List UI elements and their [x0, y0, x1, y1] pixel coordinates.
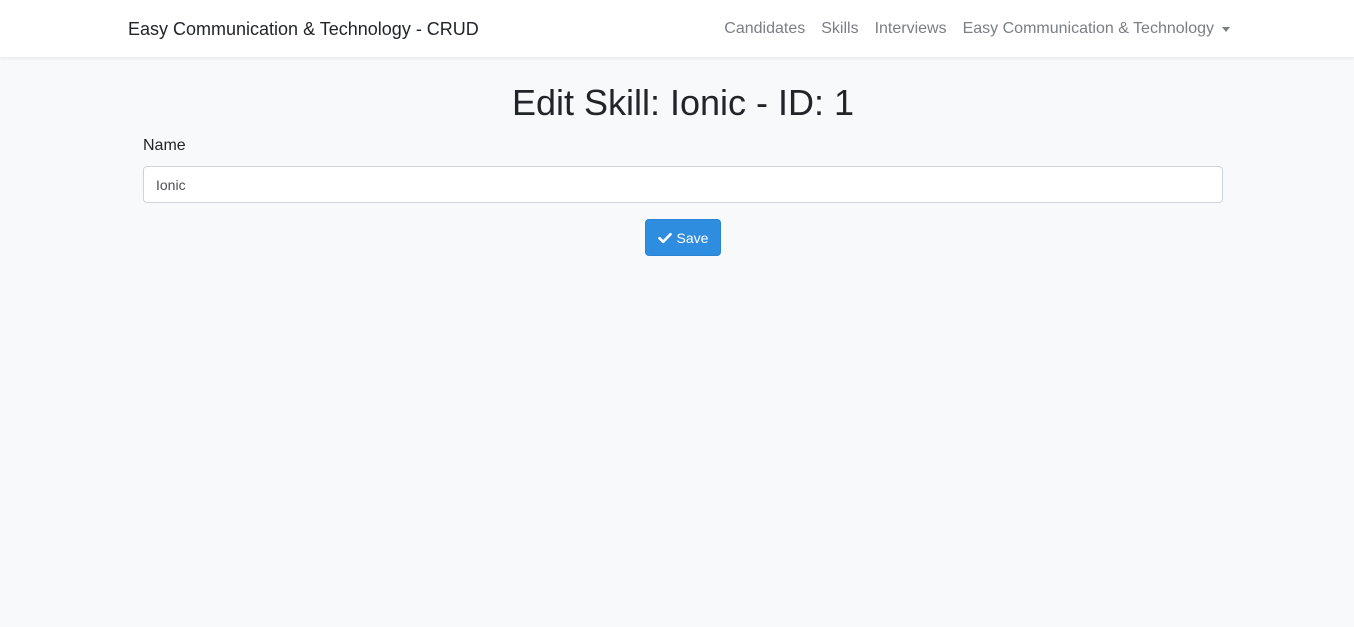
nav-link-skills[interactable]: Skills: [813, 17, 866, 41]
nav-link-interviews[interactable]: Interviews: [867, 17, 955, 41]
name-input[interactable]: [143, 166, 1223, 203]
navbar-brand[interactable]: Easy Communication & Technology - CRUD: [128, 17, 479, 41]
page-title: Edit Skill: Ionic - ID: 1: [511, 82, 855, 123]
nav-dropdown-company-label: Easy Communication & Technology: [962, 20, 1214, 37]
save-button-label: Save: [676, 229, 709, 246]
caret-down-icon: [1222, 26, 1230, 32]
name-label: Name: [143, 137, 186, 154]
nav-dropdown-company[interactable]: Easy Communication & Technology: [955, 17, 1230, 41]
top-navbar: Easy Communication & Technology - CRUD C…: [0, 0, 1354, 58]
check-icon: [657, 231, 672, 245]
nav-links: Candidates Skills Interviews Easy Commun…: [716, 17, 1230, 41]
save-button[interactable]: Save: [645, 219, 721, 256]
nav-link-candidates[interactable]: Candidates: [716, 17, 813, 41]
